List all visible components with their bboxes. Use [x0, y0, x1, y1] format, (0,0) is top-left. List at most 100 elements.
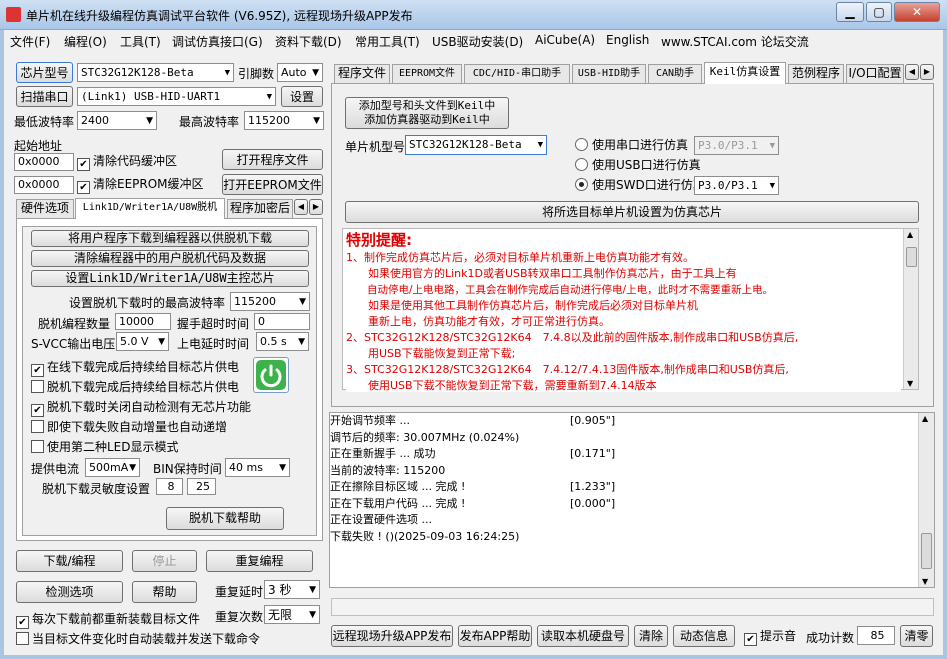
power-button[interactable] [253, 357, 289, 393]
code-address-input[interactable]: 0x0000 [14, 153, 74, 171]
max-baud-select[interactable]: 115200 ▼ [244, 111, 324, 130]
repeat-count-select[interactable]: 无限 ▼ [264, 605, 320, 624]
log-row: 下载失败 ! ()(2025-09-03 16:24:25) [330, 529, 520, 543]
log-scroll-down-icon[interactable]: ▼ [922, 577, 928, 586]
right-tab-scroll-left-icon[interactable]: ◀ [905, 64, 919, 80]
port-settings-button[interactable]: 设置 [281, 86, 323, 107]
svcc-voltage-select[interactable]: 5.0 V ▼ [116, 332, 169, 351]
serial-debug-radio[interactable]: 使用串口进行仿真 [575, 138, 688, 152]
clear-log-button[interactable]: 清除 [634, 625, 668, 647]
supply-current-select[interactable]: 500mA ▼ [85, 458, 140, 477]
mcu-type-select[interactable]: STC32G12K128-Beta ▼ [405, 135, 547, 155]
menu-program[interactable]: 编程(O) [64, 33, 107, 50]
set-debug-chip-button[interactable]: 将所选目标单片机设置为仿真芯片 [345, 201, 919, 223]
menu-usb-driver[interactable]: USB驱动安装(D) [432, 33, 523, 50]
tab-eeprom-file[interactable]: EEPROM文件 [392, 64, 462, 83]
power-delay-select[interactable]: 0.5 s ▼ [256, 332, 309, 351]
handshake-timeout-input[interactable]: 0 [254, 313, 310, 330]
close-button[interactable]: ✕ [894, 2, 940, 22]
tab-scroll-right-icon[interactable]: ▶ [309, 199, 323, 215]
log-scrollbar[interactable]: ▲ ▼ [918, 413, 934, 587]
download-to-writer-button[interactable]: 将用户程序下载到编程器以供脱机下载 [31, 230, 309, 247]
menu-website[interactable]: www.STCAI.com 论坛交流 [661, 33, 809, 50]
tab-encryption[interactable]: 程序加密后 [227, 199, 293, 218]
stop-button[interactable]: 停止 [132, 550, 197, 572]
tab-hardware-options[interactable]: 硬件选项 [16, 199, 74, 218]
tab-serial-assistant[interactable]: CDC/HID-串口助手 [464, 64, 570, 83]
warning-scrollbar[interactable]: ▲ ▼ [903, 229, 918, 389]
swd-pins-select[interactable]: P3.0/P3.1 ▼ [694, 176, 779, 195]
log-scroll-thumb[interactable] [921, 533, 932, 569]
dynamic-info-button[interactable]: 动态信息 [673, 625, 735, 647]
beep-checkbox[interactable]: ✔ 提示音 [744, 629, 796, 646]
set-writer-master-chip-button[interactable]: 设置Link1D/Writer1A/U8W主控芯片 [31, 270, 309, 287]
maximize-button[interactable]: ▢ [866, 2, 892, 22]
min-baud-label: 最低波特率 [14, 115, 75, 129]
online-keep-power-checkbox[interactable]: ✔ 在线下载完成后持续给目标芯片供电 [31, 360, 239, 377]
offline-max-baud-select[interactable]: 115200 ▼ [230, 292, 310, 311]
log-output: 开始调节频率 ... [0.905"] 调节后的频率: 30.007MHz (0.… [330, 413, 918, 587]
menu-aicube[interactable]: AiCube(A) [535, 33, 595, 47]
publish-app-button[interactable]: 远程现场升级APP发布 [331, 625, 453, 647]
usb-debug-radio[interactable]: 使用USB口进行仿真 [575, 158, 701, 172]
publish-app-help-button[interactable]: 发布APP帮助 [458, 625, 532, 647]
warning-line: 自动停电/上电电路，工具会在制作完成后自动进行停电/上电，此时才不需要重新上电。 [346, 284, 774, 296]
auto-reload-on-change-checkbox[interactable]: 当目标文件变化时自动装载并发送下载命令 [16, 632, 260, 646]
reload-before-download-checkbox[interactable]: ✔ 每次下载前都重新装载目标文件 [16, 612, 200, 629]
bin-hold-time-select[interactable]: 40 ms ▼ [225, 458, 290, 477]
open-program-file-button[interactable]: 打开程序文件 [222, 149, 323, 170]
tab-io-config[interactable]: I/O口配置 [846, 64, 904, 83]
menu-tools[interactable]: 工具(T) [120, 33, 161, 50]
menu-debug-interface[interactable]: 调试仿真接口(G) [172, 33, 263, 50]
clear-eeprom-buffer-checkbox[interactable]: ✔ 清除EEPROM缓冲区 [77, 177, 204, 194]
offline-help-button[interactable]: 脱机下载帮助 [166, 507, 284, 530]
scroll-down-icon[interactable]: ▼ [907, 379, 913, 388]
menu-common-tools[interactable]: 常用工具(T) [355, 33, 420, 50]
chip-type-button[interactable]: 芯片型号 [16, 62, 73, 83]
chip-type-select[interactable]: STC32G12K128-Beta ▼ [77, 63, 234, 82]
add-to-keil-button[interactable]: 添加型号和头文件到Keil中 添加仿真器驱动到Keil中 [345, 97, 509, 129]
tab-offline-writer[interactable]: Link1D/Writer1A/U8W脱机 [75, 198, 225, 219]
log-scroll-up-icon[interactable]: ▲ [922, 414, 928, 423]
tab-keil-settings[interactable]: Keil仿真设置 [704, 62, 786, 84]
check-options-button[interactable]: 检测选项 [16, 581, 123, 603]
window-title: 单片机在线升级编程仿真调试平台软件 (V6.95Z), 远程现场升级APP发布 [26, 9, 413, 23]
minimize-button[interactable]: ▁ [836, 2, 864, 22]
swd-debug-radio[interactable]: 使用SWD口进行仿真 [575, 178, 705, 192]
disable-chip-detect-checkbox[interactable]: ✔ 脱机下载时关闭自动检测有无芯片功能 [31, 400, 251, 417]
warning-scroll-thumb[interactable] [906, 247, 917, 267]
sensitivity-input-2[interactable]: 25 [187, 478, 216, 495]
tab-usb-hid-assistant[interactable]: USB-HID助手 [572, 64, 646, 83]
tab-scroll-left-icon[interactable]: ◀ [294, 199, 308, 215]
pin-count-select[interactable]: Auto ▼ [277, 63, 323, 82]
warning-line: 重新上电，仿真功能才有效，才可正常进行仿真。 [346, 315, 610, 328]
menu-download-docs[interactable]: 资料下载(D) [275, 33, 342, 50]
serial-pins-select[interactable]: P3.0/P3.1 ▼ [694, 136, 779, 155]
tab-program-file[interactable]: 程序文件 [334, 64, 390, 83]
min-baud-select[interactable]: 2400 ▼ [77, 111, 157, 130]
clear-code-buffer-checkbox[interactable]: ✔ 清除代码缓冲区 [77, 154, 177, 171]
repeat-program-button[interactable]: 重复编程 [206, 550, 313, 572]
right-tab-scroll-right-icon[interactable]: ▶ [920, 64, 934, 80]
menu-english[interactable]: English [606, 33, 649, 47]
offline-count-input[interactable]: 10000 [115, 313, 171, 330]
tab-example-programs[interactable]: 范例程序 [788, 64, 844, 83]
offline-keep-power-checkbox[interactable]: 脱机下载完成后持续给目标芯片供电 [31, 380, 239, 394]
read-disk-id-button[interactable]: 读取本机硬盘号 [537, 625, 629, 647]
open-eeprom-file-button[interactable]: 打开EEPROM文件 [222, 174, 323, 195]
auto-increment-checkbox[interactable]: 即使下载失败自动增量也自动递增 [31, 420, 227, 434]
led-mode-checkbox[interactable]: 使用第二种LED显示模式 [31, 440, 179, 454]
port-select[interactable]: (Link1) USB-HID-UART1 ▼ [77, 87, 276, 106]
scroll-up-icon[interactable]: ▲ [907, 230, 913, 239]
tab-can-assistant[interactable]: CAN助手 [648, 64, 702, 83]
sensitivity-input-1[interactable]: 8 [156, 478, 183, 495]
clear-writer-code-button[interactable]: 清除编程器中的用户脱机代码及数据 [31, 250, 309, 267]
download-program-button[interactable]: 下载/编程 [16, 550, 123, 572]
warning-line: 如果是使用其他工具制作仿真芯片后，制作完成后必须对目标单片机 [346, 299, 698, 312]
help-button[interactable]: 帮助 [132, 581, 197, 603]
repeat-delay-select[interactable]: 3 秒 ▼ [264, 580, 320, 599]
eeprom-address-input[interactable]: 0x0000 [14, 176, 74, 194]
reset-count-button[interactable]: 清零 [900, 625, 933, 647]
scan-port-button[interactable]: 扫描串口 [16, 86, 73, 107]
menu-file[interactable]: 文件(F) [10, 33, 50, 50]
